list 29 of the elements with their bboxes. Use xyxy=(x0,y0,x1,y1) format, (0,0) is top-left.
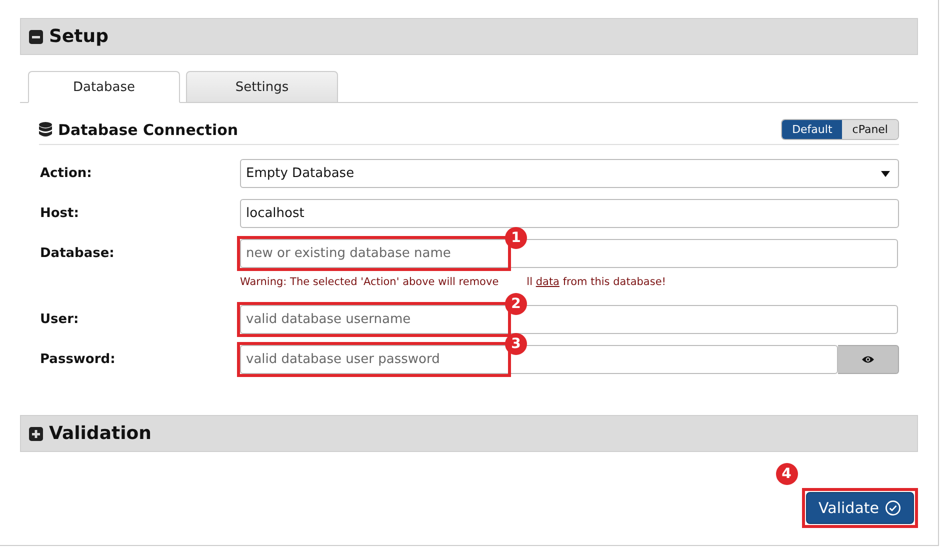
data-link[interactable]: data xyxy=(536,276,560,288)
tab[interactable]: Settings xyxy=(186,71,338,103)
action-dropdown[interactable]: Empty Database xyxy=(240,159,899,188)
check-circle-icon xyxy=(885,500,901,516)
validate-button[interactable]: Validate xyxy=(806,492,914,524)
section-header[interactable]: Validation xyxy=(20,415,918,452)
warning-text: Warning: The selected 'Action' above will remove xyxy=(240,276,499,288)
field-label: Action: xyxy=(39,165,93,183)
eye-icon xyxy=(862,355,874,364)
input-field[interactable]: localhost xyxy=(240,199,899,228)
number-badge: 2 xyxy=(505,293,527,315)
field-label: Host: xyxy=(39,205,80,223)
dropdown-caret-icon xyxy=(881,170,890,176)
field-label: Password: xyxy=(39,351,116,369)
tab[interactable]: Database xyxy=(28,71,180,103)
section-title: Setup xyxy=(49,26,108,47)
warning-text: ll data from this database! xyxy=(526,276,666,288)
panel-title: Database Connection xyxy=(58,120,238,138)
number-badge: 1 xyxy=(505,227,527,249)
selected-value: Empty Database xyxy=(246,166,354,181)
field-label: Database: xyxy=(39,245,116,263)
field-label: User: xyxy=(39,311,80,329)
database-icon xyxy=(39,122,52,137)
section-header[interactable]: Setup xyxy=(20,18,918,55)
section-title: Validation xyxy=(49,423,152,444)
show-password-button[interactable] xyxy=(838,345,899,374)
mode-toggle-button[interactable]: Default xyxy=(782,120,842,139)
number-badge: 4 xyxy=(776,463,798,485)
mode-toggle-button[interactable]: cPanel xyxy=(842,120,898,139)
